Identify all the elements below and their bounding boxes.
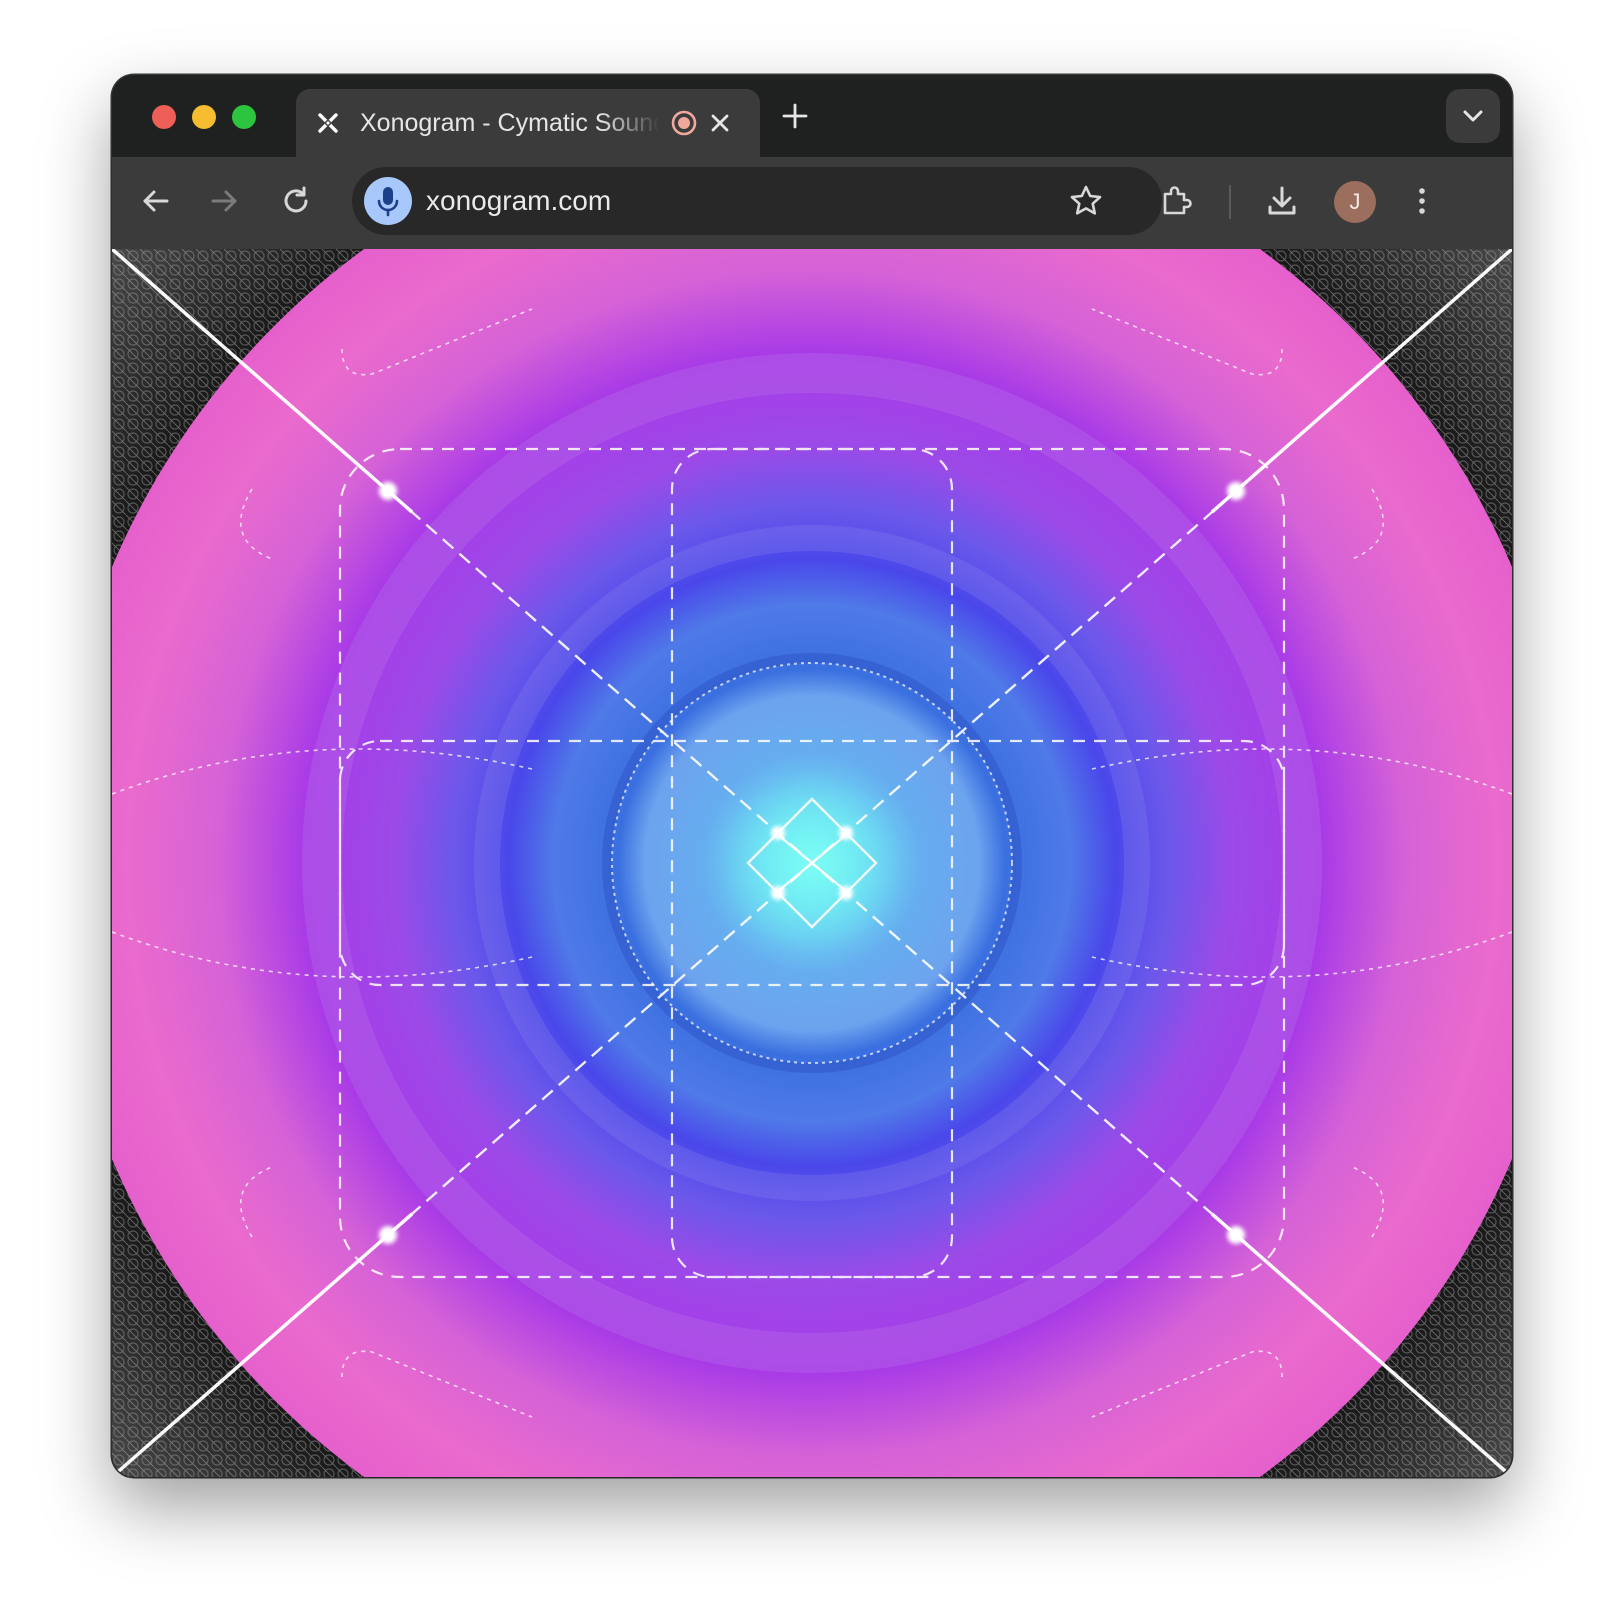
minimize-window-button[interactable] — [192, 105, 216, 129]
page-canvas[interactable] — [112, 249, 1512, 1477]
microphone-badge[interactable] — [364, 177, 412, 225]
tab-close-icon[interactable] — [704, 107, 736, 139]
toolbar-divider — [1229, 185, 1231, 219]
close-window-button[interactable] — [152, 105, 176, 129]
reload-icon[interactable] — [276, 181, 316, 221]
tab-search-button[interactable] — [1446, 89, 1500, 143]
url-text: xonogram.com — [426, 185, 612, 216]
profile-avatar[interactable]: J — [1334, 181, 1376, 223]
download-icon[interactable] — [1262, 181, 1302, 221]
x-logo-icon — [318, 113, 338, 133]
tab-strip: Xonogram - Cymatic Sound Visualizer — [112, 75, 1512, 157]
recording-dot-icon[interactable] — [670, 109, 698, 137]
cymatic-visualization — [112, 249, 1512, 1477]
forward-arrow-icon[interactable] — [204, 181, 244, 221]
new-tab-icon[interactable] — [778, 99, 812, 133]
chevron-down-icon — [1463, 110, 1483, 122]
back-arrow-icon[interactable] — [136, 181, 176, 221]
bookmark-star-icon[interactable] — [1066, 181, 1106, 221]
toolbar: xonogram.com J — [112, 157, 1512, 249]
extensions-puzzle-icon[interactable] — [1156, 181, 1196, 221]
more-menu-icon[interactable] — [1402, 181, 1442, 221]
microphone-icon — [377, 187, 399, 217]
address-bar[interactable]: xonogram.com — [352, 167, 1162, 235]
zoom-window-button[interactable] — [232, 105, 256, 129]
tab-title: Xonogram - Cymatic Sound Visualizer — [360, 109, 660, 137]
browser-window: Xonogram - Cymatic Sound Visualizer — [112, 75, 1512, 1477]
tab-xonogram[interactable]: Xonogram - Cymatic Sound Visualizer — [296, 89, 760, 157]
